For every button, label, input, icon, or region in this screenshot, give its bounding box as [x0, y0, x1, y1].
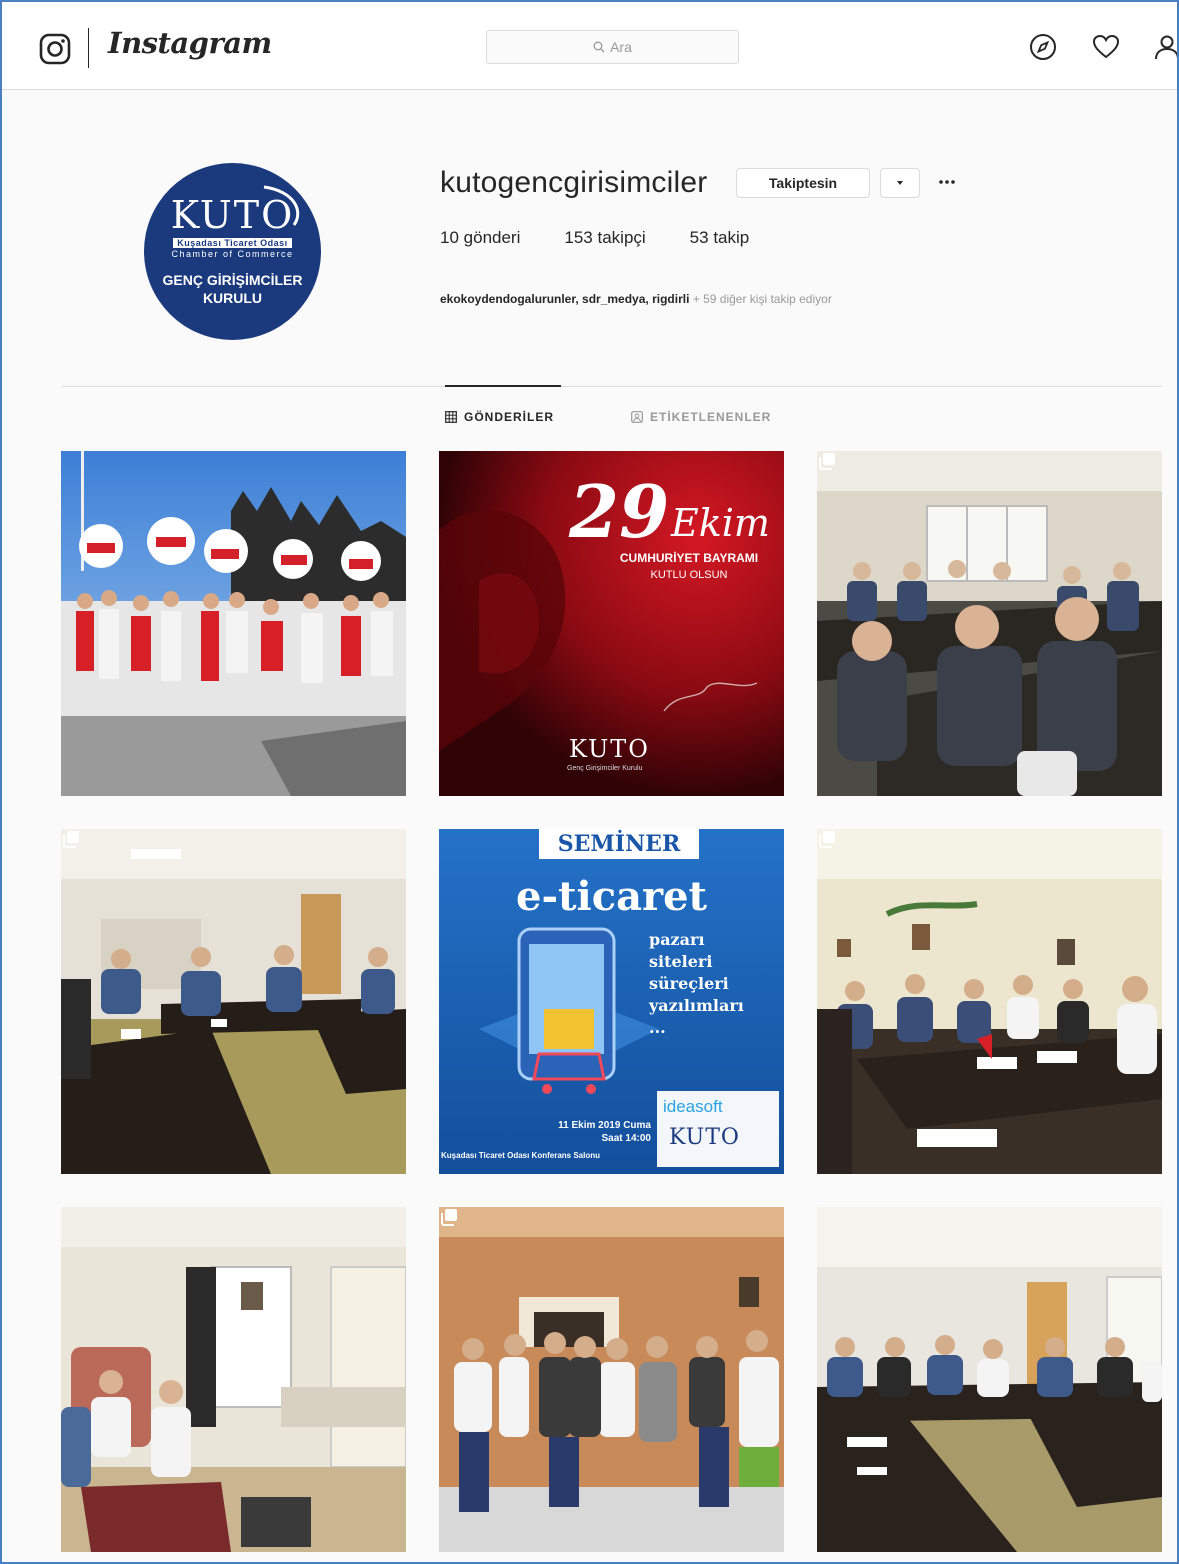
post-image-office: [61, 1207, 406, 1552]
compass-icon[interactable]: [1028, 32, 1058, 62]
bayram-line1: CUMHURİYET BAYRAMI: [619, 551, 759, 565]
bayram-footer: Genç Girişimciler Kurulu: [567, 765, 643, 772]
tab-posts-label: GÖNDERİLER: [464, 410, 555, 424]
seminer-logo: KUTO: [669, 1125, 740, 1150]
seminer-item: süreçleri: [649, 974, 729, 993]
bayram-line2: KUTLU OLSUN: [650, 569, 728, 581]
post-image-group: [439, 1207, 784, 1552]
seminer-date: 11 Ekim 2019 Cuma: [558, 1120, 651, 1131]
seminer-item: yazılımları: [649, 996, 744, 1015]
post-image-meeting-1: [817, 451, 1162, 796]
profile-avatar[interactable]: KUTO Kuşadası Ticaret Odası Chamber of C…: [144, 163, 321, 340]
post-tile-1[interactable]: [61, 451, 406, 796]
grid-icon: [445, 411, 457, 423]
seminer-title: e-ticaret: [516, 873, 707, 920]
post-image-meeting-2: [61, 829, 406, 1174]
seminer-graphic: SEMİNER e-ticaret pazarı siteleri süreçl…: [439, 829, 784, 1174]
post-tile-3[interactable]: [817, 451, 1162, 796]
seminer-item: siteleri: [649, 952, 713, 971]
avatar-logo-word: KUTO: [170, 193, 295, 237]
tab-tagged[interactable]: ETİKETLENENLER: [631, 410, 771, 424]
seminer-badge: SEMİNER: [557, 831, 681, 857]
seminer-venue: Kuşadası Ticaret Odası Konferans Salonu: [441, 1151, 601, 1160]
seminer-items: pazarı siteleri süreçleri yazılımları ..…: [649, 929, 744, 1039]
following-count-value: 53: [689, 228, 709, 247]
avatar-logo-line1: Kuşadası Ticaret Odası: [173, 238, 292, 248]
post-tile-4[interactable]: [61, 829, 406, 1174]
post-tile-2[interactable]: 29 Ekim CUMHURİYET BAYRAMI KUTLU OLSUN K…: [439, 451, 784, 796]
seminer-item: ...: [649, 1018, 666, 1037]
tab-tagged-label: ETİKETLENENLER: [650, 410, 772, 424]
post-tile-9[interactable]: [817, 1207, 1162, 1552]
search-icon: [593, 41, 605, 53]
bayram-word: Ekim: [671, 501, 770, 545]
followed-by-more: + 59 diğer kişi takip ediyor: [689, 292, 832, 306]
brand-divider: [88, 28, 89, 68]
ellipsis-icon: [939, 180, 955, 184]
top-navigation-bar: Instagram Ara: [2, 2, 1179, 90]
bayram-graphic: 29 Ekim CUMHURİYET BAYRAMI KUTLU OLSUN K…: [439, 451, 784, 796]
tabs-divider: [62, 386, 1162, 387]
instagram-glyph-icon[interactable]: [38, 32, 72, 66]
posts-count-value: 10: [440, 228, 459, 247]
post-tile-6[interactable]: [817, 829, 1162, 1174]
post-tile-7[interactable]: [61, 1207, 406, 1552]
followers-count-value: 153: [564, 228, 593, 247]
followed-by-names: ekokoydendogalurunler, sdr_medya, rigdir…: [440, 292, 690, 306]
seminer-item: pazarı: [649, 930, 705, 949]
post-image-monument: [61, 451, 406, 796]
profile-stats: 10 gönderi 153 takipçi 53 takip: [440, 228, 793, 248]
more-options-button[interactable]: [936, 170, 958, 194]
following-count-label: takip: [713, 228, 750, 247]
active-tab-indicator: [445, 385, 561, 387]
tab-posts[interactable]: GÖNDERİLER: [445, 410, 554, 424]
bayram-number: 29: [569, 469, 670, 554]
avatar-logo-line2: Chamber of Commerce: [171, 249, 294, 259]
search-input[interactable]: Ara: [486, 30, 739, 64]
heart-icon[interactable]: [1091, 32, 1121, 62]
seminer-time: Saat 14:00: [601, 1133, 651, 1144]
followers-count[interactable]: 153 takipçi: [564, 228, 645, 248]
multiple-photos-icon: [819, 831, 835, 848]
caret-down-icon: [897, 181, 903, 185]
profile-username: kutogencgirisimciler: [440, 166, 708, 199]
post-tile-8[interactable]: [439, 1207, 784, 1552]
multiple-photos-icon: [441, 1209, 457, 1226]
bayram-logo: KUTO: [569, 735, 650, 763]
avatar-title-line1: GENÇ GİRİŞİMCİLER: [162, 272, 303, 288]
posts-count-label: gönderi: [463, 228, 521, 247]
post-image-meeting-3: [817, 829, 1162, 1174]
avatar-title-line2: KURULU: [202, 290, 263, 306]
following-button[interactable]: Takiptesin: [736, 168, 870, 198]
avatar-logo-title: GENÇ GİRİŞİMCİLER KURULU: [162, 271, 302, 307]
multiple-photos-icon: [63, 831, 79, 848]
multiple-photos-icon: [819, 453, 835, 470]
tagged-icon: [631, 411, 643, 423]
seminer-datetime: 11 Ekim 2019 Cuma Saat 14:00: [479, 1119, 651, 1145]
suggestions-dropdown-button[interactable]: [880, 168, 920, 198]
posts-count: 10 gönderi: [440, 228, 520, 248]
user-icon[interactable]: [1152, 32, 1179, 62]
followed-by-text[interactable]: ekokoydendogalurunler, sdr_medya, rigdir…: [440, 292, 832, 306]
post-tile-5[interactable]: SEMİNER e-ticaret pazarı siteleri süreçl…: [439, 829, 784, 1174]
followers-count-label: takipçi: [597, 228, 646, 247]
seminer-sponsor: ideasoft: [663, 1097, 723, 1116]
post-image-meeting-4: [817, 1207, 1162, 1552]
instagram-wordmark[interactable]: Instagram: [108, 26, 272, 60]
search-placeholder: Ara: [610, 39, 632, 55]
following-count[interactable]: 53 takip: [690, 228, 750, 248]
